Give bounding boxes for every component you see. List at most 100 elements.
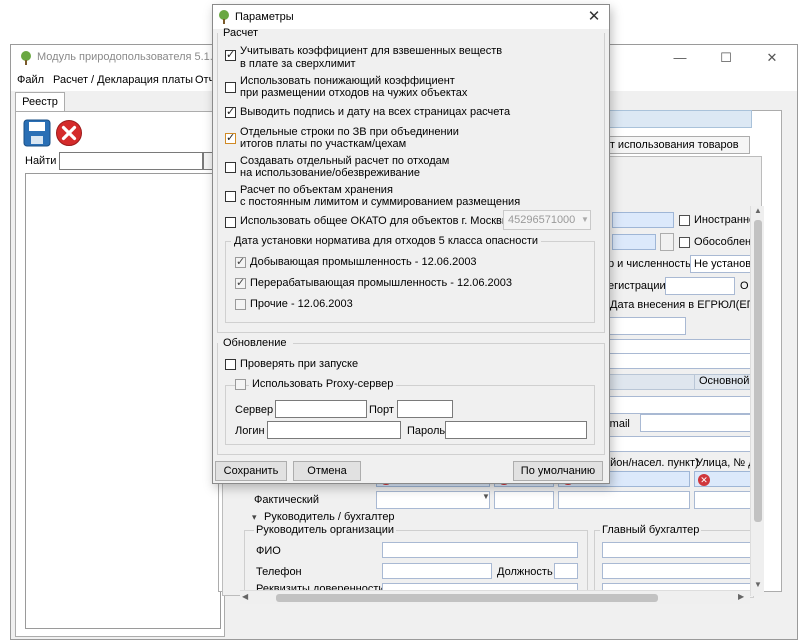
inn-field[interactable] bbox=[612, 212, 674, 228]
okato-combobox[interactable]: 45296571000 bbox=[503, 210, 591, 230]
actual-district-field[interactable] bbox=[558, 491, 690, 509]
login-label: Логин bbox=[235, 425, 265, 437]
chevron-down-icon: ▼ bbox=[482, 492, 490, 501]
error-icon: ✕ bbox=[698, 474, 710, 486]
form-field-3[interactable] bbox=[606, 436, 752, 452]
street-header: Улица, № д bbox=[696, 457, 755, 469]
save-icon[interactable] bbox=[23, 119, 51, 147]
server-label: Сервер bbox=[235, 404, 274, 416]
default-button[interactable]: По умолчанию bbox=[513, 461, 603, 481]
checkbox-storage-objects[interactable] bbox=[225, 191, 236, 202]
find-input[interactable] bbox=[59, 152, 203, 170]
checkbox-other-industry[interactable] bbox=[235, 299, 246, 310]
acc-poa-input[interactable] bbox=[602, 583, 752, 590]
mining-industry-label: Добывающая промышленность - 12.06.2003 bbox=[250, 256, 477, 268]
dialog-title: Параметры bbox=[235, 11, 294, 23]
separate-checkbox[interactable] bbox=[679, 237, 690, 248]
acc-phone-input[interactable] bbox=[602, 563, 752, 579]
kpp-field[interactable] bbox=[612, 234, 656, 250]
scroll-down-icon[interactable]: ▼ bbox=[754, 580, 762, 589]
signature-all-pages-label: Выводить подпись и дату на всех страница… bbox=[240, 106, 511, 118]
horizontal-scrollbar[interactable]: ◀ ▶ bbox=[240, 590, 750, 604]
horizontal-scroll-thumb[interactable] bbox=[276, 594, 658, 602]
district-header: айон/насел. пункт) bbox=[604, 457, 699, 469]
maximize-button[interactable]: ☐ bbox=[703, 45, 749, 71]
main-window-title: Модуль природопользователя 5.1.0 x86 bbox=[37, 51, 240, 63]
head-poa-input[interactable] bbox=[382, 583, 578, 590]
chief-acc-title: Главный бухгалтер bbox=[600, 524, 702, 536]
form-field-2[interactable] bbox=[606, 353, 752, 369]
tab-goods-usage[interactable]: ы от использования товаров bbox=[588, 136, 750, 154]
checkbox-use-proxy[interactable] bbox=[235, 379, 246, 390]
checkbox-suspended-coef[interactable] bbox=[225, 48, 236, 62]
checkbox-separate-waste-calc[interactable] bbox=[225, 162, 236, 173]
head-fio-input[interactable] bbox=[382, 542, 578, 558]
separate-rows-label-2: итогов платы по участкам/цехам bbox=[240, 138, 407, 150]
o-label: О bbox=[740, 280, 749, 292]
settings-dialog: Параметры ✕ Расчет Учитывать коэффициент… bbox=[212, 4, 610, 484]
close-icon[interactable]: ✕ bbox=[579, 5, 609, 29]
separate-waste-calc-label-1: Создавать отдельный расчет по отходам bbox=[240, 155, 450, 167]
actual-street-field[interactable] bbox=[694, 491, 752, 509]
checkbox-reducing-coef[interactable] bbox=[225, 82, 236, 93]
scroll-left-icon[interactable]: ◀ bbox=[242, 592, 248, 601]
actual-region-select[interactable] bbox=[376, 491, 490, 509]
reducing-coef-label-2: при размещении отходов на чужих объектах bbox=[240, 87, 468, 99]
proxy-login-input[interactable] bbox=[267, 421, 401, 439]
employees-label: р и численность bbox=[608, 258, 691, 270]
tab-reestr[interactable]: Реестр bbox=[15, 92, 65, 112]
checkbox-separate-rows[interactable] bbox=[225, 131, 236, 145]
suspended-coef-label-1: Учитывать коэффициент для взвешенных вещ… bbox=[240, 45, 503, 57]
phone-label: Телефон bbox=[256, 566, 302, 578]
kpp-lookup-button[interactable] bbox=[660, 233, 674, 251]
scroll-up-icon[interactable]: ▲ bbox=[754, 206, 762, 215]
employees-select[interactable]: Не установл bbox=[690, 255, 752, 273]
minimize-button[interactable]: — bbox=[657, 45, 703, 71]
norm-group-title: Дата установки норматива для отходов 5 к… bbox=[231, 235, 542, 247]
checkbox-mining-industry[interactable] bbox=[235, 255, 246, 269]
menu-calc[interactable]: Расчет / Декларация платы bbox=[53, 74, 193, 86]
registry-tree[interactable] bbox=[25, 173, 221, 629]
checkbox-common-okato[interactable] bbox=[225, 217, 236, 228]
tree-app-icon bbox=[219, 10, 229, 24]
menu-file[interactable]: Файл bbox=[17, 74, 44, 86]
head-phone-input[interactable] bbox=[382, 563, 492, 579]
delete-icon[interactable] bbox=[55, 119, 83, 147]
proxy-port-input[interactable] bbox=[397, 400, 453, 418]
checkbox-check-on-start[interactable] bbox=[225, 359, 236, 370]
suspended-coef-label-2: в плате за сверхлимит bbox=[240, 58, 356, 70]
save-button[interactable]: Сохранить bbox=[215, 461, 287, 481]
registration-select[interactable] bbox=[665, 277, 735, 295]
head-group-title: Руководитель / бухгалтер bbox=[264, 511, 395, 523]
close-main-button[interactable]: ✕ bbox=[749, 45, 795, 71]
actual-address-label: Фактический bbox=[254, 494, 320, 506]
find-label: Найти bbox=[25, 155, 57, 167]
actual-city-field[interactable] bbox=[494, 491, 554, 509]
storage-objects-label-1: Расчет по объектам хранения bbox=[240, 184, 393, 196]
phone-field[interactable] bbox=[606, 396, 752, 414]
checkbox-signature-all-pages[interactable] bbox=[225, 105, 236, 119]
proxy-server-input[interactable] bbox=[275, 400, 367, 418]
tree-app-icon bbox=[21, 51, 31, 65]
email-field[interactable] bbox=[640, 414, 752, 432]
foreign-checkbox[interactable] bbox=[679, 215, 690, 226]
password-label: Пароль bbox=[407, 425, 446, 437]
egrul-date-label: Дата внесения в ЕГРЮЛ(ЕГР bbox=[610, 299, 760, 311]
main-address-tab[interactable]: Основной bbox=[694, 374, 752, 390]
port-label: Порт bbox=[369, 404, 394, 416]
separate-label: Обособлен bbox=[694, 236, 752, 248]
acc-fio-input[interactable] bbox=[602, 542, 752, 558]
scroll-right-icon[interactable]: ▶ bbox=[738, 592, 744, 601]
proxy-password-input[interactable] bbox=[445, 421, 587, 439]
vertical-scroll-thumb[interactable] bbox=[754, 220, 762, 522]
cancel-button[interactable]: Отмена bbox=[293, 461, 361, 481]
vertical-scrollbar[interactable]: ▲ ▼ bbox=[750, 206, 764, 596]
separate-waste-calc-label-2: на использование/обезвреживание bbox=[240, 167, 420, 179]
head-position-input[interactable] bbox=[554, 563, 578, 579]
egrul-date-input[interactable] bbox=[606, 317, 686, 335]
chevron-down-icon: ▼ bbox=[581, 215, 589, 224]
checkbox-processing-industry[interactable] bbox=[235, 276, 246, 290]
collapse-icon[interactable]: ▾ bbox=[252, 512, 257, 523]
reducing-coef-label-1: Использовать понижающий коэффициент bbox=[240, 75, 455, 87]
separate-rows-label-1: Отдельные строки по ЗВ при объединении bbox=[240, 126, 459, 138]
